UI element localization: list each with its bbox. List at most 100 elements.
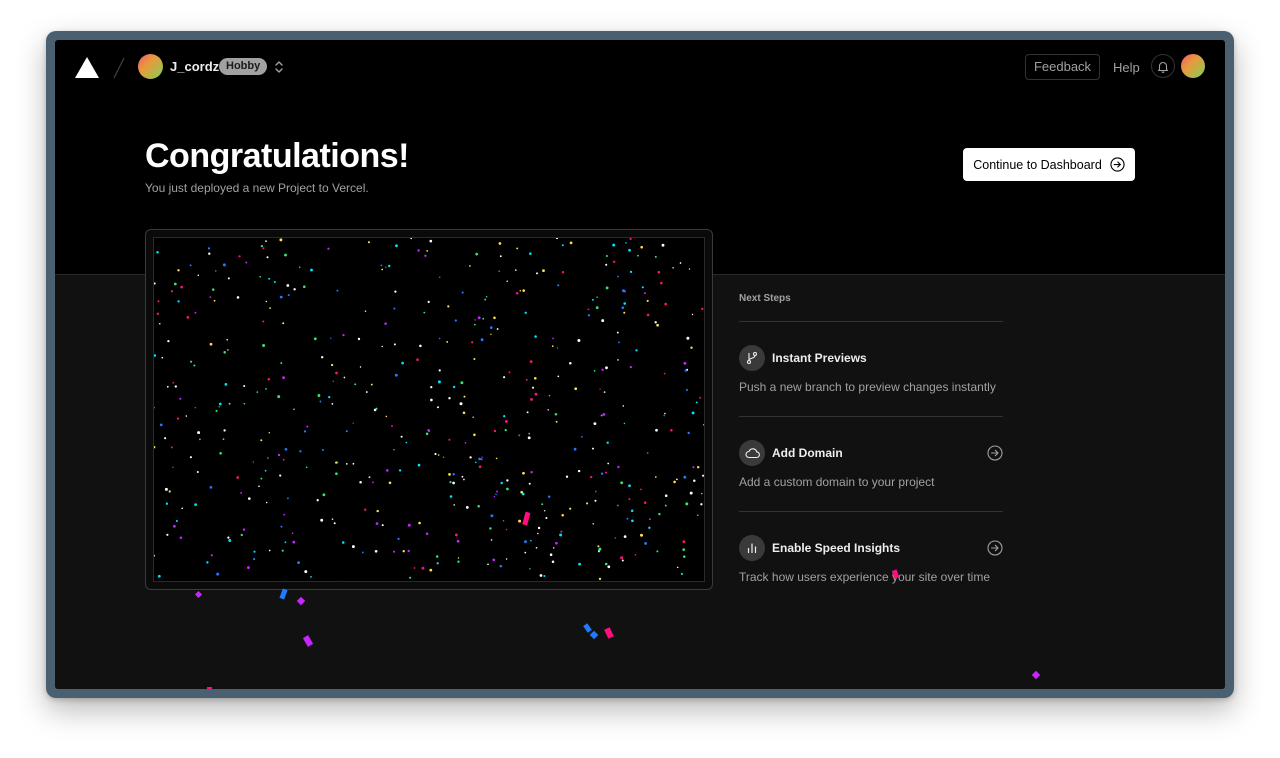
confetti-dot	[623, 302, 626, 305]
confetti-dot	[683, 475, 687, 479]
confetti-dot	[364, 508, 367, 511]
help-link[interactable]: Help	[1113, 60, 1140, 75]
confetti-dot	[345, 463, 348, 465]
confetti-dot	[680, 572, 683, 575]
confetti-dot	[684, 369, 688, 372]
confetti-dot	[643, 501, 647, 504]
confetti-dot	[646, 299, 649, 302]
confetti-dot	[172, 381, 175, 384]
confetti-dot	[336, 289, 339, 292]
confetti-dot	[456, 539, 460, 543]
arrow-right-circle-icon	[1110, 157, 1125, 172]
confetti-dot	[277, 395, 281, 399]
confetti-dot	[173, 282, 177, 286]
confetti-dot	[644, 541, 648, 545]
vercel-logo-icon[interactable]	[75, 57, 99, 78]
continue-button-label: Continue to Dashboard	[973, 157, 1102, 172]
confetti-dot	[474, 319, 476, 321]
confetti-dot	[515, 291, 519, 295]
confetti-dot	[167, 339, 170, 343]
confetti-dot	[598, 547, 602, 551]
confetti-dot	[660, 281, 663, 285]
user-avatar[interactable]	[1181, 54, 1205, 78]
confetti-dot	[695, 401, 698, 404]
next-step-title: Add Domain	[772, 446, 843, 460]
confetti-dot	[473, 433, 476, 437]
confetti-dot	[480, 338, 484, 342]
confetti-dot	[215, 409, 218, 412]
confetti-dot	[384, 322, 387, 325]
chevron-up-down-icon[interactable]	[273, 58, 285, 76]
confetti-dot	[161, 356, 164, 359]
confetti-dot	[604, 562, 608, 566]
confetti-dot	[620, 556, 624, 560]
confetti-dot	[561, 513, 564, 517]
arrow-right-circle-icon[interactable]	[987, 445, 1003, 461]
confetti-dot	[194, 311, 197, 314]
confetti-dot	[215, 270, 217, 272]
next-step-speed-insights[interactable]: Enable Speed Insights Track how users ex…	[739, 511, 1003, 606]
team-name[interactable]: J_cordz	[170, 59, 219, 74]
confetti-dot	[522, 471, 525, 475]
confetti-dot	[218, 402, 222, 406]
confetti-dot	[569, 241, 573, 245]
confetti-dot	[465, 506, 469, 509]
confetti-dot	[216, 572, 220, 576]
confetti-dot	[605, 366, 608, 370]
confetti-dot	[393, 343, 396, 346]
feedback-button[interactable]: Feedback	[1025, 54, 1100, 80]
confetti-dot	[640, 533, 643, 537]
confetti-dot	[461, 475, 464, 478]
confetti-dot	[490, 539, 493, 541]
confetti-dot	[603, 391, 606, 393]
confetti-dot	[495, 493, 497, 495]
confetti-dot	[654, 255, 657, 258]
deployment-preview[interactable]	[145, 229, 713, 590]
confetti-dot	[586, 502, 589, 505]
confetti-dot	[543, 575, 546, 577]
confetti-dot	[268, 277, 271, 280]
confetti-dot	[380, 264, 383, 267]
confetti-dot	[477, 316, 481, 320]
confetti-dot	[253, 558, 256, 561]
next-step-instant-previews[interactable]: Instant Previews Push a new branch to pr…	[739, 321, 1003, 416]
confetti-dot	[477, 504, 480, 508]
confetti-dot	[499, 564, 503, 568]
confetti-dot	[682, 548, 686, 551]
confetti-dot	[196, 580, 198, 581]
confetti-dot	[492, 558, 496, 562]
confetti-dot	[529, 568, 531, 570]
confetti-dot	[646, 313, 650, 317]
confetti-dot	[332, 380, 335, 383]
confetti-dot	[670, 429, 673, 432]
confetti-dot	[269, 307, 271, 309]
confetti-dot	[310, 268, 313, 272]
notifications-button[interactable]	[1151, 54, 1175, 78]
confetti-dot	[469, 265, 471, 267]
continue-to-dashboard-button[interactable]: Continue to Dashboard	[963, 148, 1135, 181]
confetti-dot	[266, 256, 269, 259]
breadcrumb-separator-icon	[113, 57, 125, 79]
team-avatar[interactable]	[138, 54, 163, 79]
next-step-add-domain[interactable]: Add Domain Add a custom domain to your p…	[739, 416, 1003, 511]
confetti-dot	[448, 473, 451, 476]
arrow-right-circle-icon[interactable]	[987, 540, 1003, 556]
confetti-dot	[157, 574, 161, 578]
confetti-dot	[359, 366, 362, 368]
confetti-dot	[259, 275, 262, 278]
confetti-dot	[537, 526, 541, 530]
confetti-dot	[682, 540, 686, 544]
confetti-dot	[620, 481, 624, 485]
confetti-dot	[618, 341, 620, 344]
confetti-dot	[341, 541, 345, 544]
confetti-dot	[335, 472, 338, 475]
confetti-dot	[425, 432, 429, 436]
confetti-dot	[426, 250, 429, 252]
confetti-dot	[189, 264, 192, 267]
next-step-title: Instant Previews	[772, 351, 867, 365]
confetti-dot	[518, 434, 521, 437]
confetti-dot	[672, 267, 674, 269]
page-subtitle: You just deployed a new Project to Verce…	[145, 181, 369, 195]
confetti-dot	[283, 513, 286, 516]
confetti-dot	[368, 476, 371, 479]
